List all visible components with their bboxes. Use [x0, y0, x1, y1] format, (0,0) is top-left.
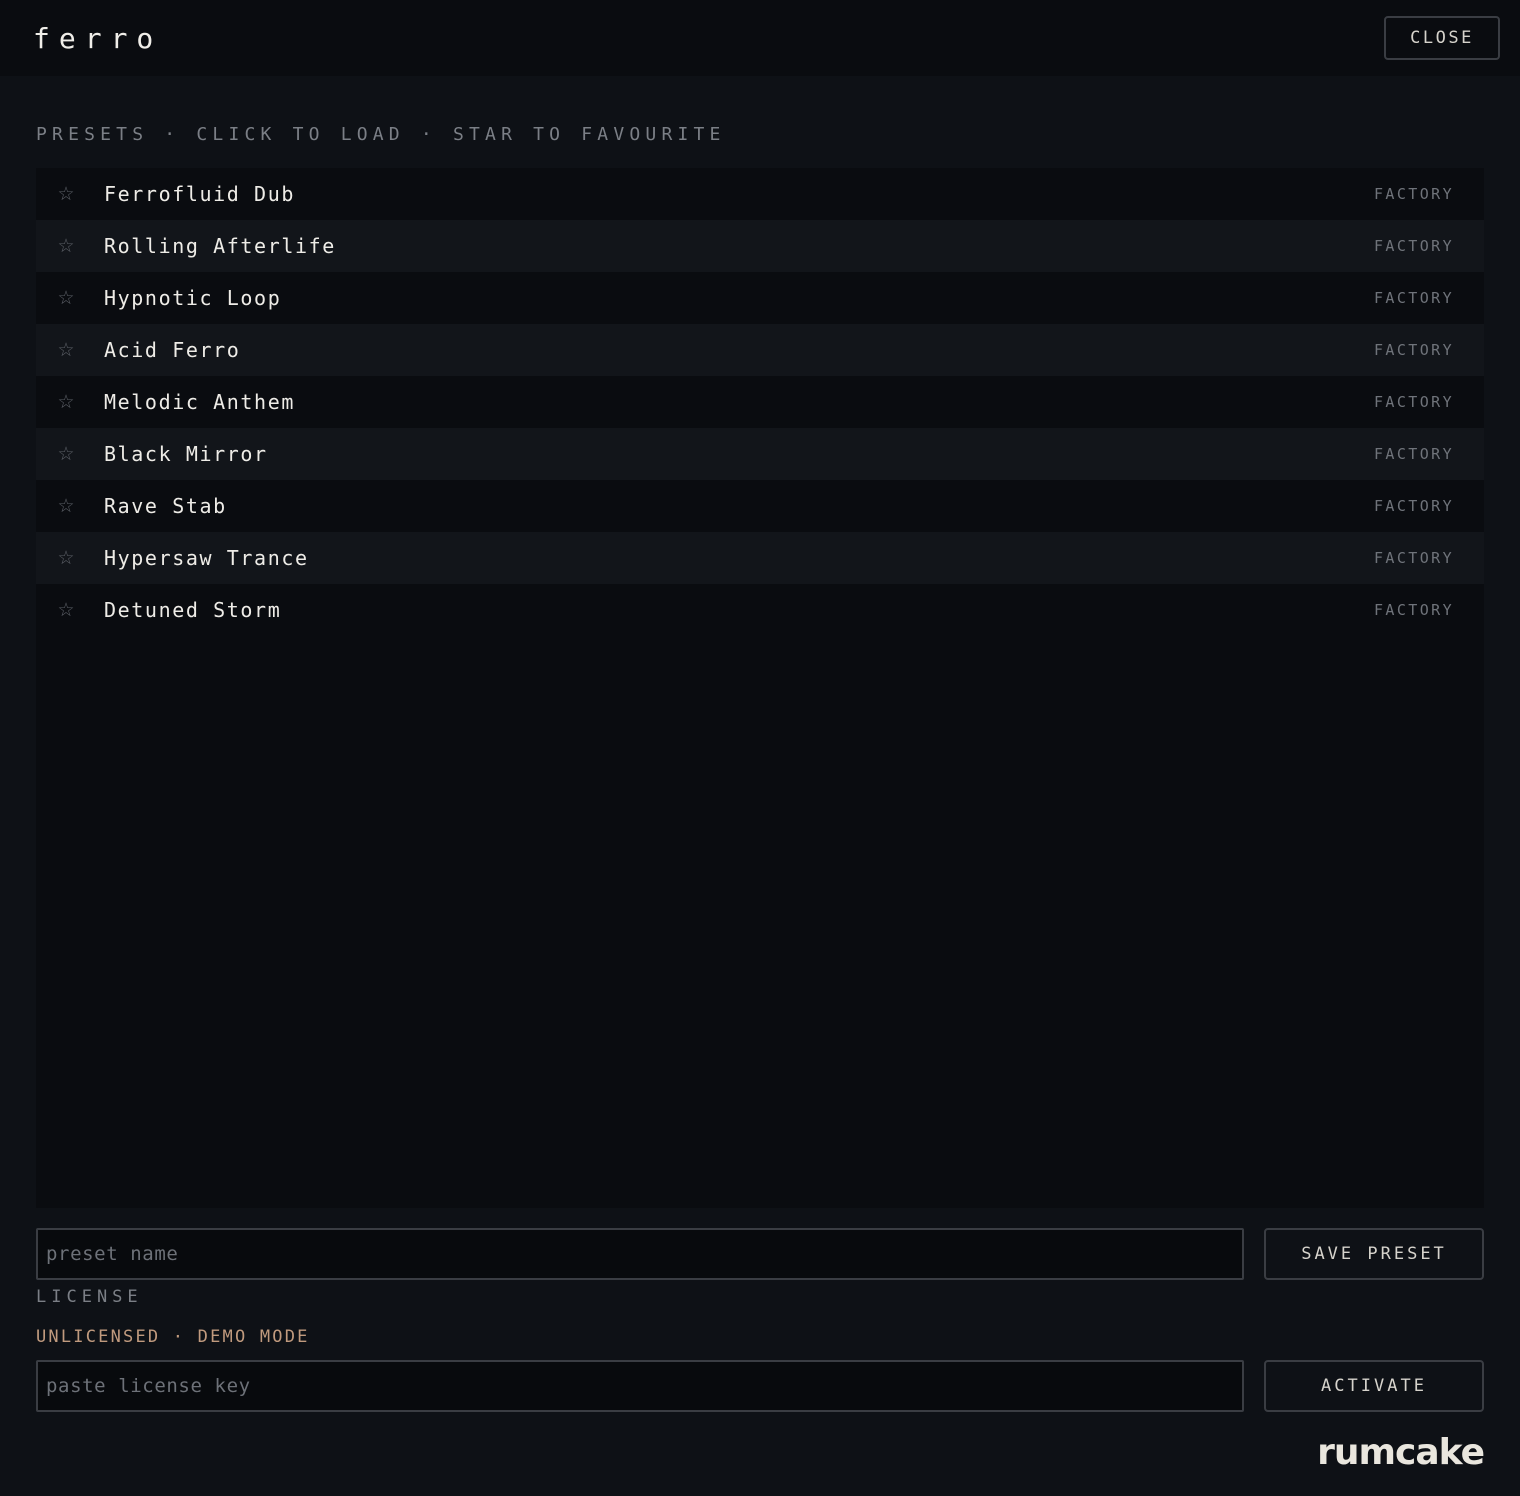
preset-row[interactable]: ☆ Hypersaw Trance FACTORY — [36, 532, 1484, 584]
star-icon[interactable]: ☆ — [56, 600, 76, 620]
preset-name: Detuned Storm — [104, 598, 282, 622]
preset-tag: FACTORY — [1373, 185, 1454, 203]
preset-row[interactable]: ☆ Black Mirror FACTORY — [36, 428, 1484, 480]
license-label: LICENSE — [36, 1287, 143, 1307]
preset-name: Hypnotic Loop — [104, 286, 282, 310]
save-preset-button[interactable]: SAVE PRESET — [1264, 1228, 1484, 1280]
star-icon[interactable]: ☆ — [56, 392, 76, 412]
preset-row[interactable]: ☆ Hypnotic Loop FACTORY — [36, 272, 1484, 324]
star-icon[interactable]: ☆ — [56, 444, 76, 464]
license-status: UNLICENSED · DEMO MODE — [36, 1327, 310, 1347]
activate-button[interactable]: ACTIVATE — [1264, 1360, 1484, 1412]
star-icon[interactable]: ☆ — [56, 548, 76, 568]
preset-tag: FACTORY — [1373, 393, 1454, 411]
preset-row[interactable]: ☆ Melodic Anthem FACTORY — [36, 376, 1484, 428]
preset-list[interactable]: ☆ Ferrofluid Dub FACTORY ☆ Rolling After… — [36, 168, 1484, 1208]
star-icon[interactable]: ☆ — [56, 496, 76, 516]
preset-tag: FACTORY — [1373, 289, 1454, 307]
star-icon[interactable]: ☆ — [56, 288, 76, 308]
preset-row[interactable]: ☆ Acid Ferro FACTORY — [36, 324, 1484, 376]
preset-name: Black Mirror — [104, 442, 268, 466]
star-icon[interactable]: ☆ — [56, 340, 76, 360]
preset-tag: FACTORY — [1373, 601, 1454, 619]
preset-name: Hypersaw Trance — [104, 546, 309, 570]
presets-title: PRESETS · CLICK TO LOAD · STAR TO FAVOUR… — [36, 124, 726, 145]
preset-name: Ferrofluid Dub — [104, 182, 295, 206]
license-key-input[interactable] — [36, 1360, 1244, 1412]
preset-row[interactable]: ☆ Ferrofluid Dub FACTORY — [36, 168, 1484, 220]
preset-row[interactable]: ☆ Rolling Afterlife FACTORY — [36, 220, 1484, 272]
header-bar: ferro CLOSE — [0, 0, 1520, 76]
preset-name: Acid Ferro — [104, 338, 241, 362]
preset-tag: FACTORY — [1373, 237, 1454, 255]
preset-tag: FACTORY — [1373, 549, 1454, 567]
app-logo: ferro — [33, 21, 163, 55]
preset-name-input[interactable] — [36, 1228, 1244, 1280]
star-icon[interactable]: ☆ — [56, 184, 76, 204]
star-icon[interactable]: ☆ — [56, 236, 76, 256]
preset-name: Rolling Afterlife — [104, 234, 336, 258]
close-button[interactable]: CLOSE — [1384, 16, 1500, 60]
brand-logo: rumcake — [1317, 1432, 1485, 1473]
preset-tag: FACTORY — [1373, 341, 1454, 359]
preset-tag: FACTORY — [1373, 497, 1454, 515]
preset-row[interactable]: ☆ Detuned Storm FACTORY — [36, 584, 1484, 636]
preset-row[interactable]: ☆ Rave Stab FACTORY — [36, 480, 1484, 532]
preset-name: Melodic Anthem — [104, 390, 295, 414]
preset-name: Rave Stab — [104, 494, 227, 518]
preset-tag: FACTORY — [1373, 445, 1454, 463]
